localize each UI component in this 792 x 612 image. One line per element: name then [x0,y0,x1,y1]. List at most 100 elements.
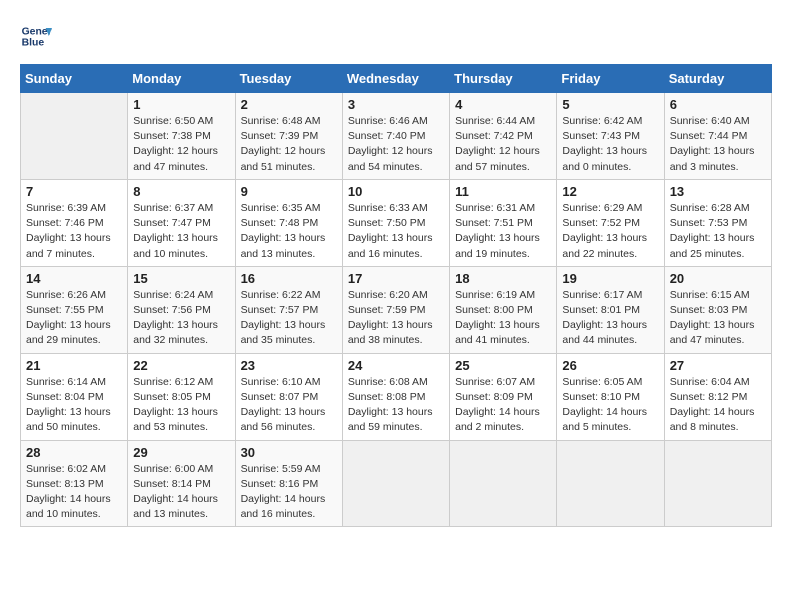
col-header-thursday: Thursday [450,65,557,93]
day-number: 27 [670,358,766,373]
day-number: 20 [670,271,766,286]
day-info: Sunrise: 6:44 AMSunset: 7:42 PMDaylight:… [455,114,551,175]
calendar-cell [557,440,664,527]
calendar-cell: 27Sunrise: 6:04 AMSunset: 8:12 PMDayligh… [664,353,771,440]
day-info: Sunrise: 6:17 AMSunset: 8:01 PMDaylight:… [562,288,658,349]
day-info: Sunrise: 6:50 AMSunset: 7:38 PMDaylight:… [133,114,229,175]
calendar-cell: 23 Sunrise: 6:10 AMSunset: 8:07 PMDayligh… [235,353,342,440]
calendar-cell: 1 Sunrise: 6:50 AMSunset: 7:38 PMDaylight… [128,93,235,180]
day-info: Sunrise: 6:20 AMSunset: 7:59 PMDaylight:… [348,288,444,349]
day-info: Sunrise: 6:07 AMSunset: 8:09 PMDaylight:… [455,375,551,436]
calendar-cell: 4 Sunrise: 6:44 AMSunset: 7:42 PMDaylight… [450,93,557,180]
day-number: 22 [133,358,229,373]
day-number: 19 [562,271,658,286]
calendar-cell: 8Sunrise: 6:37 AMSunset: 7:47 PMDaylight… [128,179,235,266]
calendar-cell: 21 Sunrise: 6:14 AMSunset: 8:04 PMDayligh… [21,353,128,440]
day-info: Sunrise: 6:22 AMSunset: 7:57 PMDaylight:… [241,288,337,349]
day-number: 3 [348,97,444,112]
day-info: Sunrise: 6:42 AMSunset: 7:43 PMDaylight:… [562,114,658,175]
day-number: 18 [455,271,551,286]
day-number: 13 [670,184,766,199]
calendar-cell: 29 Sunrise: 6:00 AMSunset: 8:14 PMDayligh… [128,440,235,527]
calendar-cell: 6Sunrise: 6:40 AMSunset: 7:44 PMDaylight… [664,93,771,180]
calendar-cell: 30Sunrise: 5:59 AMSunset: 8:16 PMDayligh… [235,440,342,527]
day-number: 7 [26,184,122,199]
calendar-cell: 24Sunrise: 6:08 AMSunset: 8:08 PMDayligh… [342,353,449,440]
day-info: Sunrise: 6:12 AMSunset: 8:05 PMDaylight:… [133,375,229,436]
day-number: 12 [562,184,658,199]
day-info: Sunrise: 6:26 AMSunset: 7:55 PMDaylight:… [26,288,122,349]
day-number: 11 [455,184,551,199]
calendar-cell: 19 Sunrise: 6:17 AMSunset: 8:01 PMDayligh… [557,266,664,353]
day-number: 30 [241,445,337,460]
calendar-week-5: 28 Sunrise: 6:02 AMSunset: 8:13 PMDayligh… [21,440,772,527]
day-number: 17 [348,271,444,286]
calendar-cell [664,440,771,527]
calendar-cell: 20 Sunrise: 6:15 AMSunset: 8:03 PMDayligh… [664,266,771,353]
header: General Blue [20,20,772,52]
day-info: Sunrise: 6:00 AMSunset: 8:14 PMDaylight:… [133,462,229,523]
day-info: Sunrise: 6:24 AMSunset: 7:56 PMDaylight:… [133,288,229,349]
calendar-cell [450,440,557,527]
logo: General Blue [20,20,56,52]
day-number: 25 [455,358,551,373]
day-number: 15 [133,271,229,286]
col-header-saturday: Saturday [664,65,771,93]
calendar-cell: 25 Sunrise: 6:07 AMSunset: 8:09 PMDayligh… [450,353,557,440]
calendar-cell: 18 Sunrise: 6:19 AMSunset: 8:00 PMDayligh… [450,266,557,353]
calendar: SundayMondayTuesdayWednesdayThursdayFrid… [20,64,772,527]
day-number: 2 [241,97,337,112]
calendar-cell: 7 Sunrise: 6:39 AMSunset: 7:46 PMDaylight… [21,179,128,266]
day-info: Sunrise: 6:15 AMSunset: 8:03 PMDaylight:… [670,288,766,349]
col-header-sunday: Sunday [21,65,128,93]
day-number: 10 [348,184,444,199]
col-header-monday: Monday [128,65,235,93]
day-number: 28 [26,445,122,460]
calendar-cell: 11 Sunrise: 6:31 AMSunset: 7:51 PMDayligh… [450,179,557,266]
day-info: Sunrise: 6:31 AMSunset: 7:51 PMDaylight:… [455,201,551,262]
calendar-cell: 12 Sunrise: 6:29 AMSunset: 7:52 PMDayligh… [557,179,664,266]
day-info: Sunrise: 6:33 AMSunset: 7:50 PMDaylight:… [348,201,444,262]
day-number: 5 [562,97,658,112]
day-info: Sunrise: 6:14 AMSunset: 8:04 PMDaylight:… [26,375,122,436]
day-info: Sunrise: 6:05 AMSunset: 8:10 PMDaylight:… [562,375,658,436]
day-number: 1 [133,97,229,112]
calendar-cell: 15 Sunrise: 6:24 AMSunset: 7:56 PMDayligh… [128,266,235,353]
calendar-cell: 22 Sunrise: 6:12 AMSunset: 8:05 PMDayligh… [128,353,235,440]
day-number: 23 [241,358,337,373]
calendar-week-4: 21 Sunrise: 6:14 AMSunset: 8:04 PMDayligh… [21,353,772,440]
day-info: Sunrise: 6:28 AMSunset: 7:53 PMDaylight:… [670,201,766,262]
day-info: Sunrise: 6:19 AMSunset: 8:00 PMDaylight:… [455,288,551,349]
calendar-cell: 10 Sunrise: 6:33 AMSunset: 7:50 PMDayligh… [342,179,449,266]
calendar-cell: 14 Sunrise: 6:26 AMSunset: 7:55 PMDayligh… [21,266,128,353]
calendar-week-1: 1 Sunrise: 6:50 AMSunset: 7:38 PMDaylight… [21,93,772,180]
logo-icon: General Blue [20,20,52,52]
calendar-cell: 5 Sunrise: 6:42 AMSunset: 7:43 PMDaylight… [557,93,664,180]
calendar-cell: 9Sunrise: 6:35 AMSunset: 7:48 PMDaylight… [235,179,342,266]
day-number: 6 [670,97,766,112]
day-number: 16 [241,271,337,286]
calendar-cell [21,93,128,180]
day-info: Sunrise: 6:08 AMSunset: 8:08 PMDaylight:… [348,375,444,436]
calendar-cell: 28 Sunrise: 6:02 AMSunset: 8:13 PMDayligh… [21,440,128,527]
day-number: 4 [455,97,551,112]
day-number: 9 [241,184,337,199]
calendar-cell: 2Sunrise: 6:48 AMSunset: 7:39 PMDaylight… [235,93,342,180]
svg-text:Blue: Blue [22,38,45,49]
day-number: 8 [133,184,229,199]
calendar-cell: 26 Sunrise: 6:05 AMSunset: 8:10 PMDayligh… [557,353,664,440]
calendar-cell: 17 Sunrise: 6:20 AMSunset: 7:59 PMDayligh… [342,266,449,353]
day-info: Sunrise: 6:02 AMSunset: 8:13 PMDaylight:… [26,462,122,523]
day-info: Sunrise: 6:10 AMSunset: 8:07 PMDaylight:… [241,375,337,436]
col-header-friday: Friday [557,65,664,93]
day-number: 29 [133,445,229,460]
calendar-cell: 3 Sunrise: 6:46 AMSunset: 7:40 PMDaylight… [342,93,449,180]
calendar-cell: 16 Sunrise: 6:22 AMSunset: 7:57 PMDayligh… [235,266,342,353]
day-number: 14 [26,271,122,286]
calendar-header-row: SundayMondayTuesdayWednesdayThursdayFrid… [21,65,772,93]
day-info: Sunrise: 6:39 AMSunset: 7:46 PMDaylight:… [26,201,122,262]
day-number: 21 [26,358,122,373]
day-number: 26 [562,358,658,373]
day-info: Sunrise: 6:29 AMSunset: 7:52 PMDaylight:… [562,201,658,262]
day-info: Sunrise: 6:46 AMSunset: 7:40 PMDaylight:… [348,114,444,175]
